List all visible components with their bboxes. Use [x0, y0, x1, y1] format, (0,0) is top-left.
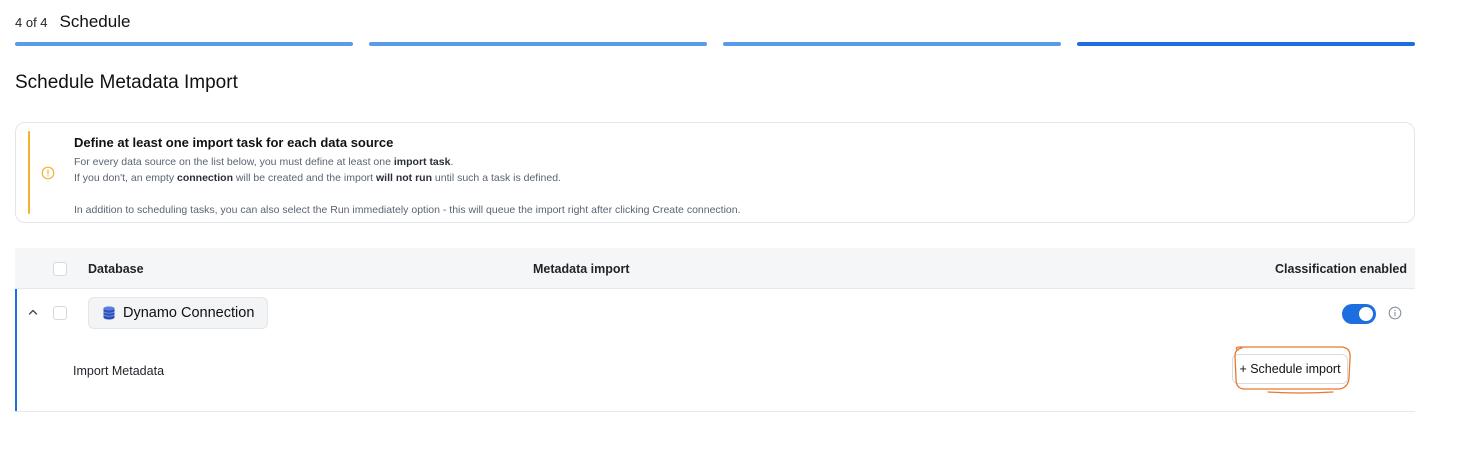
schedule-import-button[interactable]: + Schedule import	[1232, 354, 1348, 384]
column-header-classification[interactable]: Classification enabled	[1275, 262, 1407, 276]
database-name: Dynamo Connection	[123, 305, 255, 321]
wizard-progress-bar	[15, 42, 1415, 46]
wizard-header: 4 of 4 Schedule	[15, 12, 130, 32]
notice-line-2: If you don't, an empty connection will b…	[74, 172, 561, 184]
column-header-metadata-import[interactable]: Metadata import	[533, 262, 630, 276]
toggle-knob	[1359, 307, 1373, 321]
select-all-checkbox[interactable]	[53, 262, 67, 276]
table-row: Dynamo Connection Import Metadata + Sche…	[15, 289, 1415, 412]
page-title: Schedule Metadata Import	[15, 72, 238, 93]
classification-toggle[interactable]	[1342, 304, 1376, 324]
row-selected-accent	[15, 289, 17, 411]
chevron-up-icon[interactable]	[27, 306, 39, 318]
progress-step-4	[1077, 42, 1415, 46]
notice-title: Define at least one import task for each…	[74, 135, 394, 150]
progress-step-1	[15, 42, 353, 46]
notice-line-1: For every data source on the list below,…	[74, 156, 454, 168]
warning-circle-icon	[41, 166, 55, 180]
info-notice: Define at least one import task for each…	[15, 122, 1415, 223]
column-header-database[interactable]: Database	[88, 262, 144, 276]
info-icon[interactable]	[1388, 306, 1402, 320]
dynamodb-icon	[103, 306, 115, 320]
import-metadata-label: Import Metadata	[73, 364, 165, 378]
row-checkbox[interactable]	[53, 306, 67, 320]
notice-accent-bar	[28, 131, 30, 214]
table-header: Database Metadata import Classification …	[15, 248, 1415, 289]
progress-step-2	[369, 42, 707, 46]
database-chip[interactable]: Dynamo Connection	[88, 297, 269, 329]
step-title: Schedule	[59, 12, 131, 31]
notice-line-3: In addition to scheduling tasks, you can…	[74, 204, 741, 216]
step-counter: 4 of 4	[15, 15, 48, 30]
progress-step-3	[723, 42, 1061, 46]
